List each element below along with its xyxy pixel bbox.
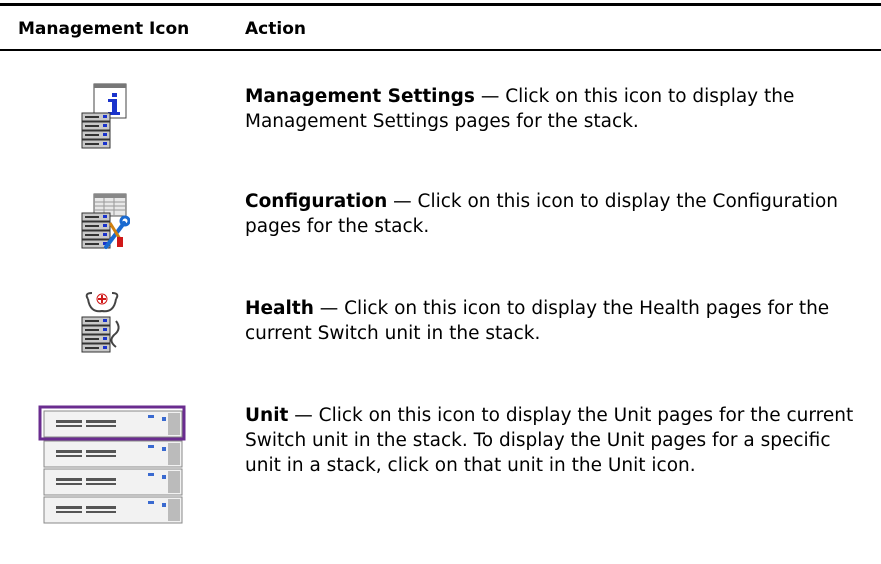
unit-icon[interactable] xyxy=(36,405,186,527)
table-top-rule xyxy=(0,3,881,6)
row-health: Health — Click on this icon to display t… xyxy=(245,296,865,346)
table-header-rule xyxy=(0,49,881,51)
row-configuration: Configuration — Click on this icon to di… xyxy=(245,189,865,239)
configuration-icon[interactable] xyxy=(80,193,131,251)
health-icon[interactable] xyxy=(80,291,124,355)
unit-text: — Click on this icon to display the Unit… xyxy=(245,405,854,476)
health-title: Health xyxy=(245,298,314,319)
health-text: — Click on this icon to display the Heal… xyxy=(245,298,830,344)
unit-title: Unit xyxy=(245,405,289,426)
row-management-settings: Management Settings — Click on this icon… xyxy=(245,84,865,134)
configuration-title: Configuration xyxy=(245,191,388,212)
management-settings-icon[interactable] xyxy=(80,83,128,153)
column-header-action: Action xyxy=(245,19,306,39)
management-settings-title: Management Settings xyxy=(245,86,475,107)
row-unit: Unit — Click on this icon to display the… xyxy=(245,403,865,478)
column-header-icon: Management Icon xyxy=(18,19,190,39)
